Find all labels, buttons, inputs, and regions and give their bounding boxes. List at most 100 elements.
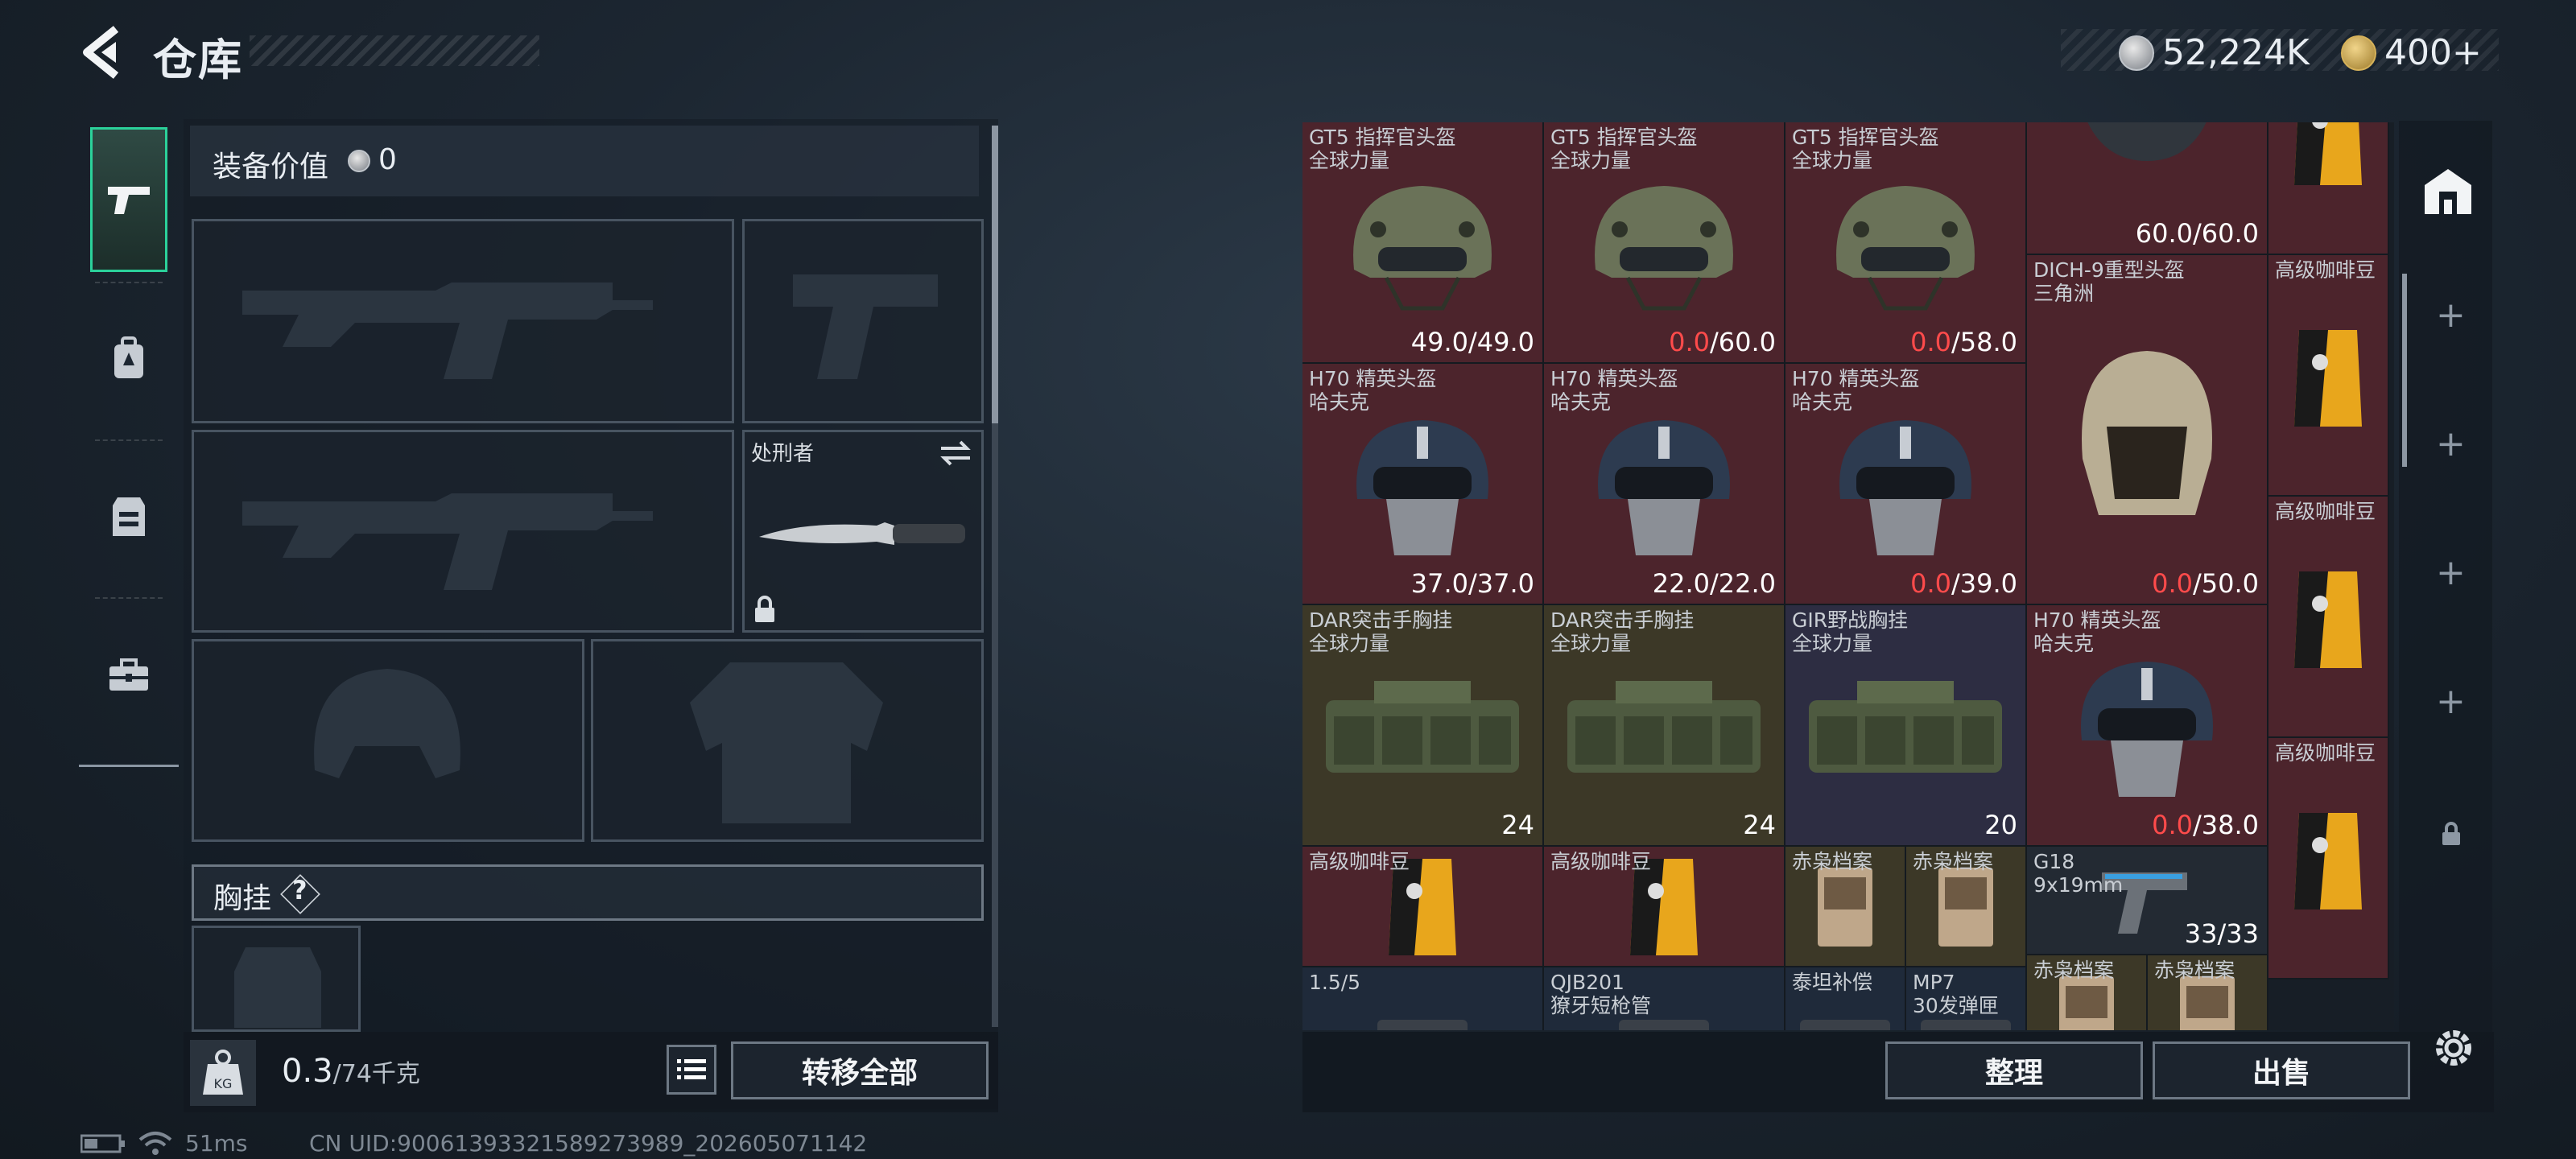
toolbox-icon <box>109 658 148 691</box>
inventory-item[interactable]: 泰坦补偿 <box>1785 967 1906 1030</box>
item-name: 高级咖啡豆 <box>1309 850 1410 873</box>
item-name: 高级咖啡豆 <box>2275 500 2376 523</box>
item-name: DICH-9重型头盔 三角洲 <box>2033 258 2185 305</box>
item-name: G18 9x19mm <box>2033 850 2124 897</box>
equipment-value: 0 <box>378 143 397 176</box>
item-name: GIR野战胸挂 全球力量 <box>1792 608 1909 655</box>
item-name: GT5 指挥官头盔 全球力量 <box>1550 126 1698 172</box>
coffee-bag-icon <box>2288 805 2368 921</box>
svg-text:KG: KG <box>214 1076 233 1091</box>
add-storage-icon[interactable]: + <box>2436 423 2466 464</box>
helmet-slot[interactable] <box>192 639 584 842</box>
inventory-item[interactable]: 高级咖啡豆 <box>2268 497 2389 738</box>
swap-icon[interactable] <box>938 439 973 468</box>
inventory-item[interactable]: 赤枭档案 <box>2027 955 2148 1030</box>
settings-icon[interactable] <box>2428 1022 2479 1077</box>
title-decoration <box>250 35 539 66</box>
tab-toolbox[interactable] <box>90 602 167 747</box>
inventory-item[interactable]: GT5 指挥官头盔 全球力量 0.0/58.0 <box>1785 122 2027 364</box>
list-view-button[interactable] <box>667 1045 716 1095</box>
inventory-item[interactable]: H70 精英头盔 哈夫克 37.0/37.0 <box>1302 364 1544 605</box>
battery-icon <box>80 1133 126 1157</box>
item-subtitle: 哈夫克 <box>1550 390 1612 414</box>
inventory-item[interactable]: 赤枭档案 <box>1906 847 2027 967</box>
inventory-item[interactable]: 高级咖啡豆 <box>1544 847 1785 967</box>
inventory-item[interactable]: 高级咖啡豆 <box>2268 738 2389 980</box>
item-subtitle: 三角洲 <box>2033 282 2095 305</box>
inventory-item[interactable]: DAR突击手胸挂 全球力量 24 <box>1302 605 1544 847</box>
item-durability: 22.0/22.0 <box>1652 568 1776 599</box>
inventory-item[interactable]: GIR野战胸挂 全球力量 20 <box>1785 605 2027 847</box>
inventory-item[interactable]: 高级咖啡豆 <box>2268 122 2389 255</box>
item-subtitle: 全球力量 <box>1550 632 1632 655</box>
inventory-item[interactable]: QJB201 獠牙短枪管 <box>1544 967 1785 1030</box>
inventory-item[interactable]: G18 9x19mm 33/33 <box>2027 847 2268 955</box>
item-subtitle: 哈夫克 <box>2033 632 2095 655</box>
item-durability: 37.0/37.0 <box>1410 568 1534 599</box>
secondary-weapon-slot[interactable] <box>742 219 984 423</box>
tab-backpack[interactable] <box>90 287 167 431</box>
helmet-silhouette-icon <box>314 669 460 778</box>
item-name: 赤枭档案 <box>2033 959 2115 982</box>
helmet-green-icon <box>1330 173 1515 321</box>
item-name: 1.5/5 <box>1309 971 1361 994</box>
inventory-item[interactable]: 高级咖啡豆 <box>1302 847 1544 967</box>
gold-currency[interactable]: 400+ <box>2341 32 2482 73</box>
equipment-scroll-thumb[interactable] <box>992 126 998 423</box>
back-arrow-icon <box>83 26 119 79</box>
item-name: H70 精英头盔 哈夫克 <box>2033 608 2161 655</box>
inventory-item[interactable]: 1.5/5 <box>1302 967 1544 1030</box>
item-durability: 24 <box>1501 810 1534 840</box>
lock-icon <box>2441 821 2462 850</box>
melee-slot[interactable]: 处刑者 <box>742 430 984 633</box>
equipment-value-header: 装备价值 0 <box>190 126 979 196</box>
rifle-silhouette-icon <box>242 283 653 379</box>
sell-button[interactable]: 出售 <box>2153 1041 2410 1099</box>
storage-icon[interactable] <box>2421 164 2471 214</box>
help-icon[interactable]: ? <box>292 875 308 905</box>
inventory-item[interactable]: GT5 指挥官头盔 全球力量 0.0/60.0 <box>1544 122 1785 364</box>
page-title: 仓库 <box>153 35 243 85</box>
uid: CN UID:900613933215892739​89_20260507114… <box>309 1130 868 1157</box>
gold-amount: 400+ <box>2384 32 2482 73</box>
weight-max: /74千克 <box>332 1060 420 1088</box>
add-storage-icon[interactable]: + <box>2436 681 2466 722</box>
inventory-item[interactable]: 高级咖啡豆 <box>2268 255 2389 497</box>
inventory-item[interactable]: H70 精英头盔 哈夫克 0.0/39.0 <box>1785 364 2027 605</box>
coffee-bag-icon <box>2288 563 2368 679</box>
vest-icon <box>113 497 145 536</box>
inventory-item[interactable]: 赤枭档案 <box>1785 847 1906 967</box>
transfer-all-button[interactable]: 转移全部 <box>731 1041 989 1099</box>
silver-currency[interactable]: 52,224K <box>2119 32 2310 73</box>
gun-icon <box>108 187 150 214</box>
item-name: 赤枭档案 <box>2154 959 2235 982</box>
add-storage-icon[interactable]: + <box>2436 295 2466 336</box>
primary-weapon-slot[interactable] <box>192 219 734 423</box>
inventory-item[interactable]: DAR突击手胸挂 全球力量 24 <box>1544 605 1785 847</box>
item-durability: 0.0/60.0 <box>1669 327 1776 357</box>
item-durability: 0.0/58.0 <box>1910 327 2017 357</box>
tab-weapons[interactable] <box>90 127 167 272</box>
inventory-item[interactable]: DICH-9重型头盔 三角洲 0.0/50.0 <box>2027 255 2268 605</box>
item-durability: 0.0/39.0 <box>1910 568 2017 599</box>
add-storage-icon[interactable]: + <box>2436 552 2466 593</box>
inventory-scrollbar[interactable] <box>2402 274 2407 467</box>
secondary-primary-slot[interactable] <box>192 430 734 633</box>
item-name: 赤枭档案 <box>1792 850 1873 873</box>
inventory-item[interactable]: H70 精英头盔 哈夫克 0.0/38.0 <box>2027 605 2268 847</box>
inventory-item[interactable]: 60.0/60.0 <box>2027 122 2268 255</box>
back-button[interactable] <box>77 24 126 80</box>
inventory-item[interactable]: GT5 指挥官头盔 全球力量 49.0/49.0 <box>1302 122 1544 364</box>
item-name: 高级咖啡豆 <box>1550 850 1652 873</box>
inventory-item[interactable]: H70 精英头盔 哈夫克 22.0/22.0 <box>1544 364 1785 605</box>
item-name: H70 精英头盔 哈夫克 <box>1309 367 1437 414</box>
inventory-item[interactable]: 赤枭档案 <box>2148 955 2268 1030</box>
item-durability: 0.0/50.0 <box>2152 568 2259 599</box>
tab-vest[interactable] <box>90 444 167 589</box>
inventory-item[interactable]: MP7 30发弹匣 <box>1906 967 2027 1030</box>
armor-slot[interactable] <box>591 639 984 842</box>
item-name: DAR突击手胸挂 全球力量 <box>1550 608 1695 655</box>
organize-button[interactable]: 整理 <box>1885 1041 2143 1099</box>
helmet-mask-icon <box>2062 652 2231 808</box>
chest-rig-slot[interactable] <box>192 926 361 1032</box>
